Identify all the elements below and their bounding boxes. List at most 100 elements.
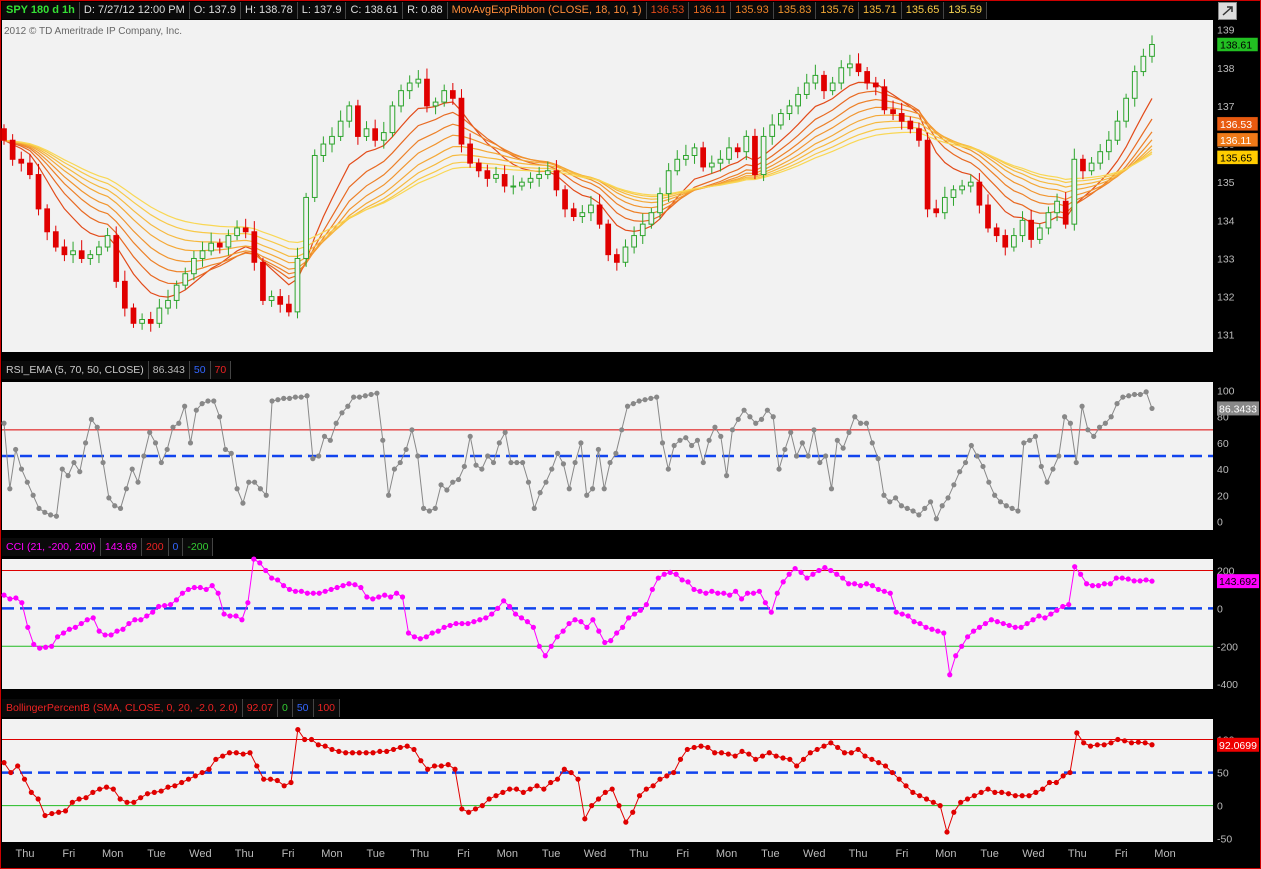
cci-point <box>286 586 293 593</box>
rsi-point <box>846 429 852 436</box>
pctb-point <box>192 773 198 779</box>
rsi-point <box>42 509 48 515</box>
cci-point <box>292 588 299 594</box>
pctb-point <box>835 744 841 751</box>
rsi-point <box>630 401 636 407</box>
pctb-point <box>1122 738 1128 744</box>
x-axis-day-label: Mon <box>321 848 342 860</box>
pctb-point <box>295 726 301 733</box>
cci-point <box>1000 620 1006 627</box>
cci-point <box>756 588 763 594</box>
pctb-point <box>766 750 772 756</box>
cci-point <box>1078 571 1084 577</box>
cci-point <box>399 594 406 600</box>
cci-point <box>762 600 768 606</box>
rsi-point <box>141 453 147 459</box>
rsi-point <box>374 390 380 396</box>
rsi-point <box>793 453 800 459</box>
cci-point <box>31 641 37 648</box>
rsi-point <box>828 486 835 492</box>
pctb-point <box>240 751 246 757</box>
x-axis-day-label: Fri <box>676 848 689 860</box>
cci-point <box>346 581 352 587</box>
rsi-point <box>1079 403 1085 409</box>
rsi-point <box>770 414 776 420</box>
cci-point <box>863 581 870 587</box>
cci-point <box>911 619 917 625</box>
rsi-point <box>135 479 141 485</box>
pctb-point <box>254 763 260 769</box>
cci-point <box>114 628 120 634</box>
pctb-point <box>172 783 178 789</box>
cci-point <box>1083 581 1090 587</box>
rsi-point <box>199 401 205 407</box>
rsi-point <box>764 407 770 413</box>
pctb-point <box>97 786 103 792</box>
cci-point <box>328 586 334 593</box>
rsi-point <box>164 446 170 453</box>
pctb-point <box>671 769 677 776</box>
pctb-point <box>951 809 957 815</box>
rsi-point <box>30 492 36 498</box>
rsi-point <box>747 414 753 420</box>
pctb-point <box>821 743 827 749</box>
x-axis-day-label: Tue <box>980 848 999 860</box>
cci-point <box>203 586 209 593</box>
pctb-point <box>1040 786 1046 792</box>
cci-point <box>679 577 685 583</box>
rsi-point <box>391 466 398 472</box>
cci-point <box>768 609 774 615</box>
cci-point <box>370 596 376 602</box>
rsi-point <box>7 486 13 492</box>
pctb-point <box>438 763 444 769</box>
pctb-point <box>1074 730 1080 736</box>
pctb-point <box>780 755 786 761</box>
pctb-point <box>226 750 233 756</box>
pctb-point <box>992 789 998 796</box>
pctb-point <box>1087 743 1094 749</box>
rsi-point <box>461 463 467 470</box>
cci-point <box>917 620 923 627</box>
rsi-point <box>36 505 42 511</box>
rsi-point <box>723 473 730 479</box>
cci-point <box>405 630 412 636</box>
cci-point <box>489 611 495 617</box>
cci-point <box>542 653 548 659</box>
x-axis-day-label: Mon <box>497 848 518 860</box>
cci-point <box>43 644 49 650</box>
pctb-point <box>848 750 854 756</box>
pctb-point <box>220 753 226 759</box>
pctb-point <box>261 776 267 782</box>
rsi-point <box>88 416 95 422</box>
rsi-point <box>432 505 438 511</box>
cci-point <box>138 617 144 623</box>
cci-point <box>447 622 453 629</box>
x-axis-day-label: Tue <box>147 848 166 860</box>
x-axis-day-label: Fri <box>896 848 909 860</box>
cci-point <box>1048 611 1054 617</box>
cci-point <box>846 581 852 587</box>
pctb-point <box>1026 793 1032 799</box>
rsi-value-tag-label: 86.3433 <box>1219 403 1257 415</box>
cci-point <box>388 594 394 600</box>
rsi-point <box>805 453 811 459</box>
cci-point <box>530 624 536 630</box>
pctb-point <box>930 799 936 805</box>
rsi-point <box>1 420 7 426</box>
cci-point <box>191 584 197 591</box>
cci-point <box>239 617 245 623</box>
rsi-point <box>193 407 199 413</box>
rsi-point <box>543 479 549 485</box>
pctb-point <box>889 769 895 776</box>
rsi-point <box>275 397 281 403</box>
rsi-point <box>48 512 54 518</box>
pctb-point <box>144 791 151 797</box>
cci-point <box>1137 578 1143 584</box>
pctb-point <box>363 750 369 756</box>
rsi-point <box>77 469 83 475</box>
rsi-tick-label: 40 <box>1217 464 1229 476</box>
rsi-point <box>933 516 939 522</box>
pctb-point <box>718 750 725 756</box>
cci-point <box>173 597 180 603</box>
pctb-point <box>336 748 342 755</box>
